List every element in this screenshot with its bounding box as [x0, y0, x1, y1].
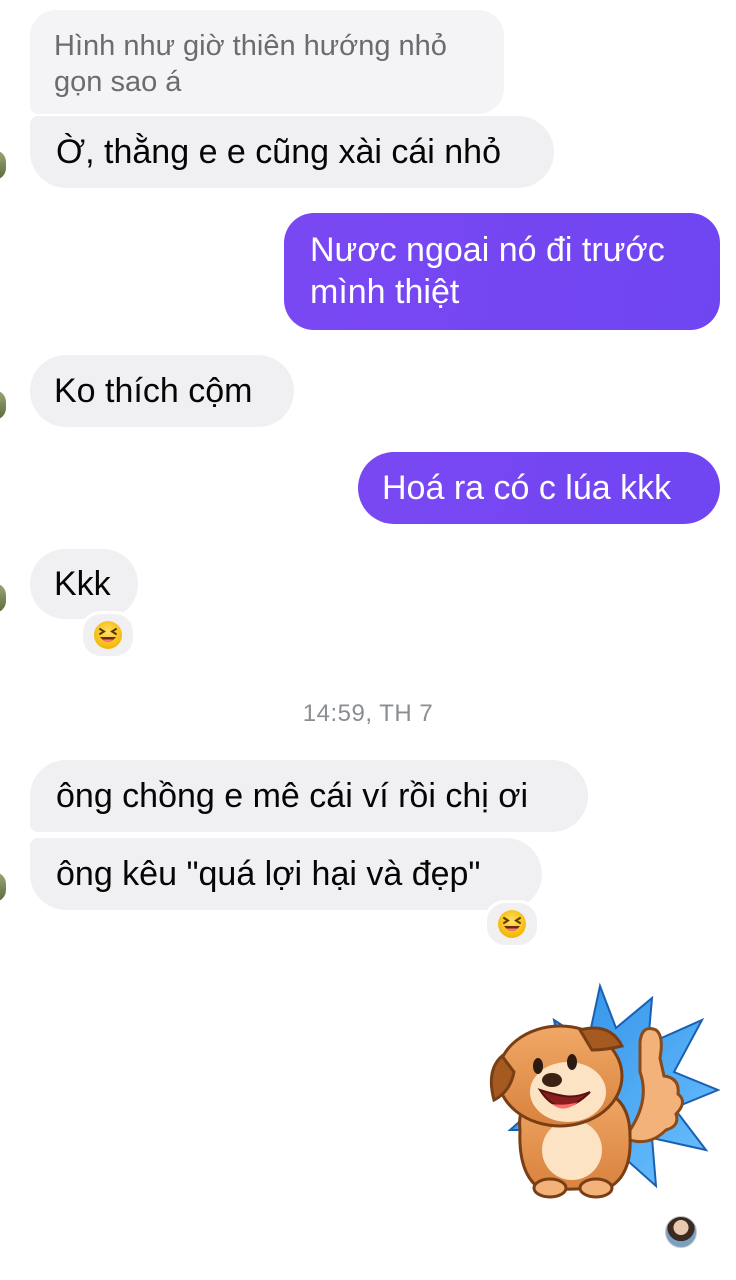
message-bubble-incoming[interactable]: Ờ, thằng e e cũng xài cái nhỏ	[30, 116, 554, 188]
message-text-line: Hình như giờ thiên hướng nhỏ	[54, 30, 447, 62]
sender-avatar[interactable]	[0, 872, 6, 902]
message-bubble-incoming[interactable]: Ko thích cộm	[30, 355, 294, 427]
message-reaction[interactable]	[484, 900, 540, 948]
sender-avatar[interactable]	[0, 150, 6, 180]
message-text-line: Nươc ngoai nó đi trước	[310, 231, 665, 269]
message-bubble-incoming[interactable]: Hình như giờ thiên hướng nhỏ gọn sao á	[30, 10, 504, 114]
dog-thumbs-up-sticker-icon[interactable]	[480, 980, 720, 1205]
laughing-emoji-icon	[94, 621, 122, 649]
message-text: Hoá ra có c lúa kkk	[382, 469, 672, 507]
message-bubble-outgoing[interactable]: Nươc ngoai nó đi trước mình thiệt	[284, 213, 720, 330]
message-text: Ko thích cộm	[54, 372, 253, 410]
laughing-emoji-icon	[498, 910, 526, 938]
message-text: Ờ, thằng e e cũng xài cái nhỏ	[56, 133, 502, 171]
sender-avatar[interactable]	[0, 390, 6, 420]
message-bubble-outgoing[interactable]: Hoá ra có c lúa kkk	[358, 452, 720, 524]
message-reaction[interactable]	[80, 611, 136, 659]
message-text: Kkk	[54, 565, 111, 603]
timestamp-divider: 14:59, TH 7	[302, 700, 434, 727]
message-text: ông chồng e mê cái ví rồi chị ơi	[56, 777, 529, 815]
message-bubble-incoming[interactable]: ông chồng e mê cái ví rồi chị ơi	[30, 760, 588, 832]
message-bubble-incoming[interactable]: ông kêu "quá lợi hại và đẹp"	[30, 838, 542, 910]
message-text-line: mình thiệt	[310, 273, 460, 311]
sender-avatar[interactable]	[0, 583, 6, 613]
message-bubble-incoming[interactable]: Kkk	[30, 549, 138, 619]
read-receipt-avatar	[665, 1216, 697, 1248]
message-text-line: gọn sao á	[54, 66, 182, 98]
message-text: ông kêu "quá lợi hại và đẹp"	[56, 855, 481, 893]
